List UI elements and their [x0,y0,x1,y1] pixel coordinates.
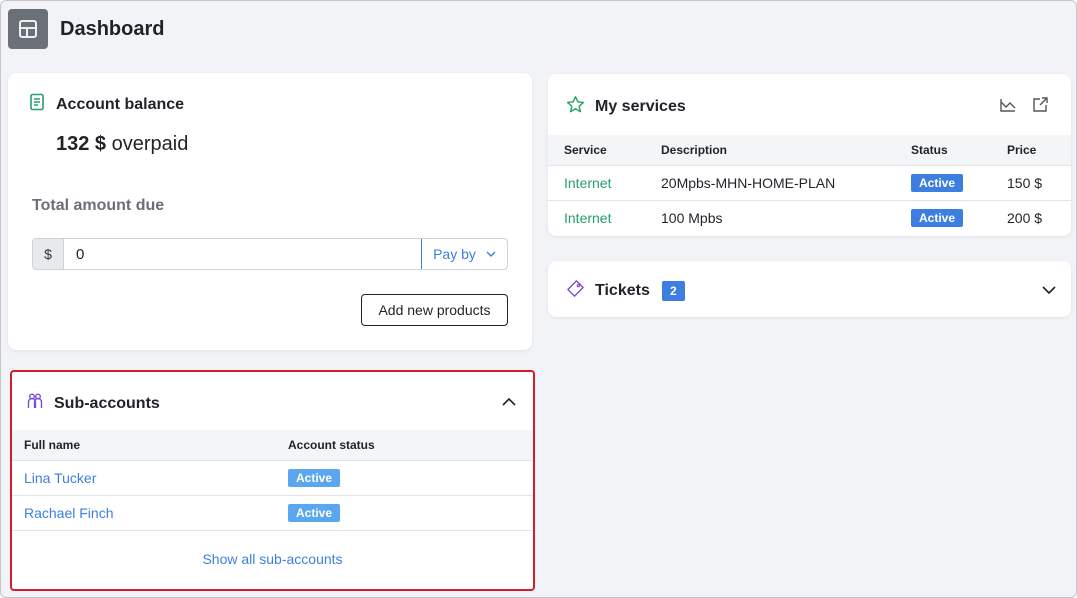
table-row: Rachael Finch Active [12,496,533,531]
sub-account-name-link[interactable]: Rachael Finch [24,505,114,521]
total-due-label: Total amount due [32,197,165,214]
page-header: Dashboard [8,9,164,49]
table-row: Lina Tucker Active [12,461,533,496]
service-price: 150 $ [1007,175,1043,191]
service-description: 100 Mpbs [661,210,723,226]
show-all-label[interactable]: Show all sub-accounts [202,551,342,567]
status-badge: Active [288,469,341,487]
sub-accounts-card: Sub-accounts Full name Account status Li… [10,370,535,591]
services-title: My services [595,98,686,115]
table-row: Internet 20Mpbs-MHN-HOME-PLAN Active 150… [548,166,1071,201]
column-header-account-status: Account status [288,438,375,452]
add-new-products-button[interactable]: Add new products [361,294,508,326]
sub-accounts-table-header: Full name Account status [12,430,533,461]
chevron-down-icon [486,246,496,262]
tickets-count-badge: 2 [661,281,685,301]
services-table-header: Service Description Status Price [548,135,1071,166]
star-icon [566,95,585,119]
layout-icon [8,9,48,49]
app-frame: Dashboard Account balance 132 $ overpaid… [0,0,1077,598]
pay-by-dropdown[interactable]: Pay by [421,239,507,269]
sub-account-name-link[interactable]: Lina Tucker [24,470,96,486]
table-row: Internet 100 Mpbs Active 200 $ [548,201,1071,236]
my-services-card: My services Service Description Status P… [548,74,1071,236]
services-toolbar [999,96,1049,119]
currency-prefix: $ [33,239,64,269]
amount-due-input[interactable] [64,239,421,269]
sub-accounts-title: Sub-accounts [54,394,160,412]
column-header-status: Status [911,143,948,157]
pay-by-label: Pay by [433,246,476,262]
balance-header: Account balance [28,93,184,116]
chevron-up-icon[interactable] [501,394,517,415]
status-badge: Active [911,174,964,192]
balance-value: 132 $ [56,133,107,155]
status-badge: Active [911,209,964,227]
page-title: Dashboard [60,17,165,40]
external-link-icon[interactable] [1031,96,1049,119]
balance-status: overpaid [111,133,189,155]
show-all-sub-accounts-link: Show all sub-accounts [12,551,533,567]
column-header-description: Description [661,143,728,157]
payment-input-group: $ Pay by [32,238,508,270]
status-badge: Active [288,504,341,522]
tickets-title: Tickets [595,282,650,299]
service-link[interactable]: Internet [564,175,611,191]
users-icon [26,392,44,415]
balance-amount: 132 $ overpaid [56,133,188,156]
tickets-card[interactable]: Tickets 2 [548,261,1071,317]
tickets-header: Tickets 2 [566,279,685,303]
service-link[interactable]: Internet [564,210,611,226]
services-header: My services [566,95,686,119]
column-header-full-name: Full name [24,438,81,452]
column-header-service: Service [564,143,607,157]
ticket-icon [566,279,585,303]
column-header-price: Price [1007,143,1037,157]
service-price: 200 $ [1007,210,1043,226]
sub-accounts-header: Sub-accounts [26,392,160,415]
chart-icon[interactable] [999,96,1017,119]
account-balance-card: Account balance 132 $ overpaid Total amo… [8,73,532,350]
receipt-icon [28,93,46,116]
service-description: 20Mpbs-MHN-HOME-PLAN [661,175,836,191]
chevron-down-icon[interactable] [1041,282,1057,303]
balance-title: Account balance [56,95,185,113]
